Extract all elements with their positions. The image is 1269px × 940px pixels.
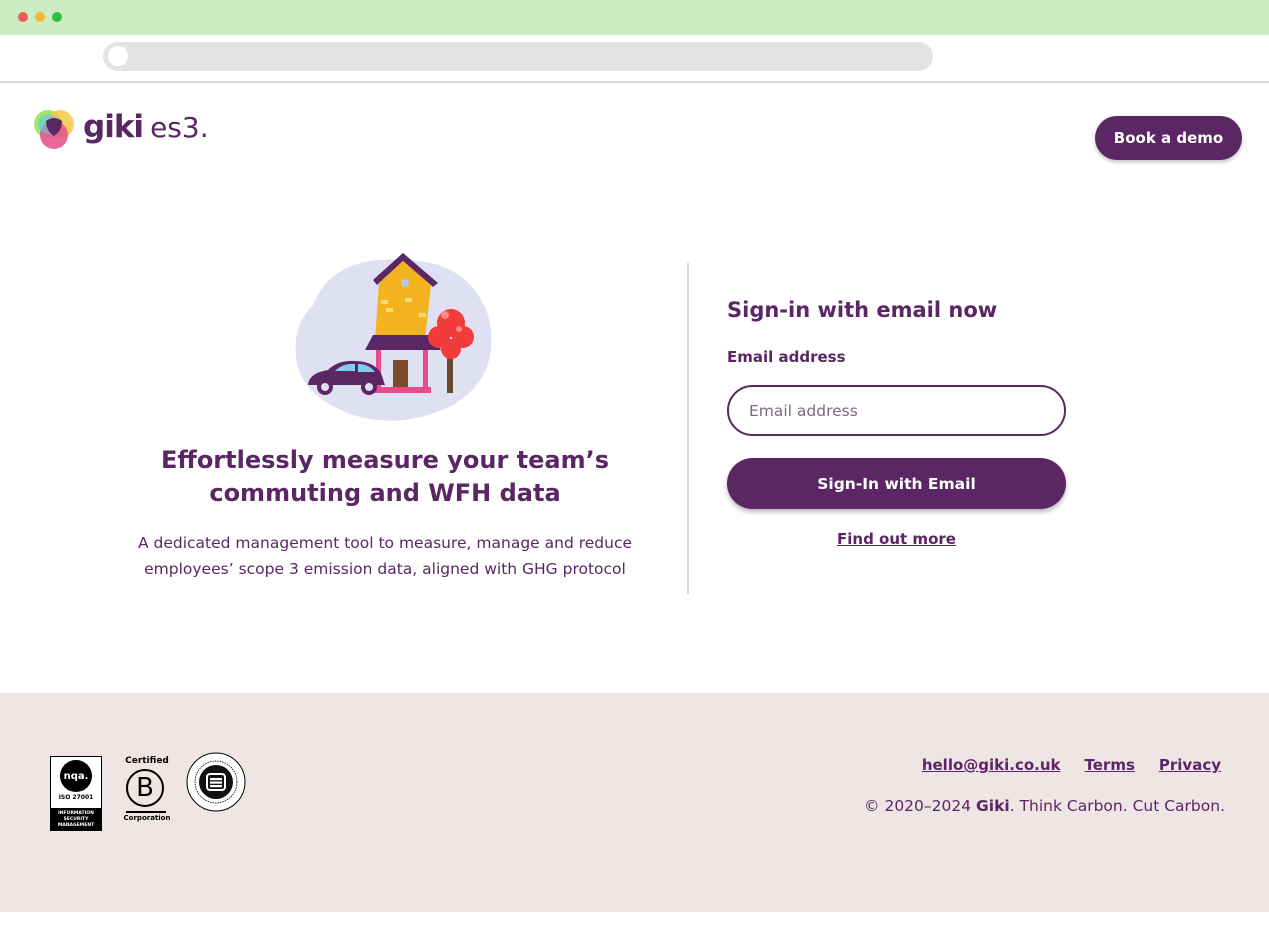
find-out-more-link[interactable]: Find out more	[727, 530, 1066, 548]
footer-links: hello@giki.co.uk Terms Privacy	[922, 756, 1221, 774]
address-bar[interactable]	[103, 42, 933, 71]
bcorp-corporation-label: Corporation	[123, 814, 171, 822]
copyright-brand: Giki	[976, 797, 1010, 815]
nqa-iso-label: ISO 27001	[58, 794, 94, 801]
giki-logo-mark-icon	[34, 110, 74, 149]
signin-email-button[interactable]: Sign-In with Email	[727, 458, 1066, 509]
window-maximize-button[interactable]	[52, 12, 62, 22]
nqa-iso-27001-badge: nqa. ISO 27001 INFORMATION SECURITY MANA…	[50, 756, 102, 831]
copyright-prefix: © 2020–2024	[864, 797, 977, 815]
email-label: Email address	[727, 348, 846, 366]
giki-logo[interactable]: giki es3.	[33, 106, 209, 152]
nqa-caption: INFORMATION SECURITY MANAGEMENT	[51, 808, 101, 830]
browser-titlebar	[0, 0, 1269, 35]
book-demo-button[interactable]: Book a demo	[1095, 116, 1242, 160]
bcorp-certified-label: Certified	[125, 756, 169, 766]
contact-email-link[interactable]: hello@giki.co.uk	[922, 756, 1061, 774]
logo-product-name: es3.	[150, 110, 209, 144]
copyright-text: © 2020–2024 Giki. Think Carbon. Cut Carb…	[864, 797, 1225, 815]
signin-heading: Sign-in with email now	[727, 298, 998, 322]
logo-wordmark: giki	[83, 109, 144, 145]
copyright-suffix: . Think Carbon. Cut Carbon.	[1009, 797, 1225, 815]
b-corp-badge: Certified B Corporation	[122, 756, 172, 831]
bcorp-b-icon: B	[126, 769, 164, 807]
privacy-link[interactable]: Privacy	[1159, 756, 1221, 774]
promo-description: A dedicated management tool to measure, …	[137, 534, 633, 578]
email-input[interactable]	[727, 385, 1066, 436]
promo-heading: Effortlessly measure your team’s commuti…	[160, 446, 610, 507]
window-close-button[interactable]	[18, 12, 28, 22]
footer: nqa. ISO 27001 INFORMATION SECURITY MANA…	[0, 693, 1269, 912]
bcorp-rule	[126, 811, 166, 813]
site-info-icon[interactable]	[108, 46, 128, 66]
window-minimize-button[interactable]	[35, 12, 45, 22]
social-enterprise-badge-icon	[186, 752, 246, 812]
terms-link[interactable]: Terms	[1085, 756, 1135, 774]
house-car-illustration	[295, 253, 492, 421]
nqa-logo: nqa.	[60, 760, 92, 792]
browser-toolbar	[0, 35, 1269, 83]
vertical-divider	[687, 263, 689, 594]
